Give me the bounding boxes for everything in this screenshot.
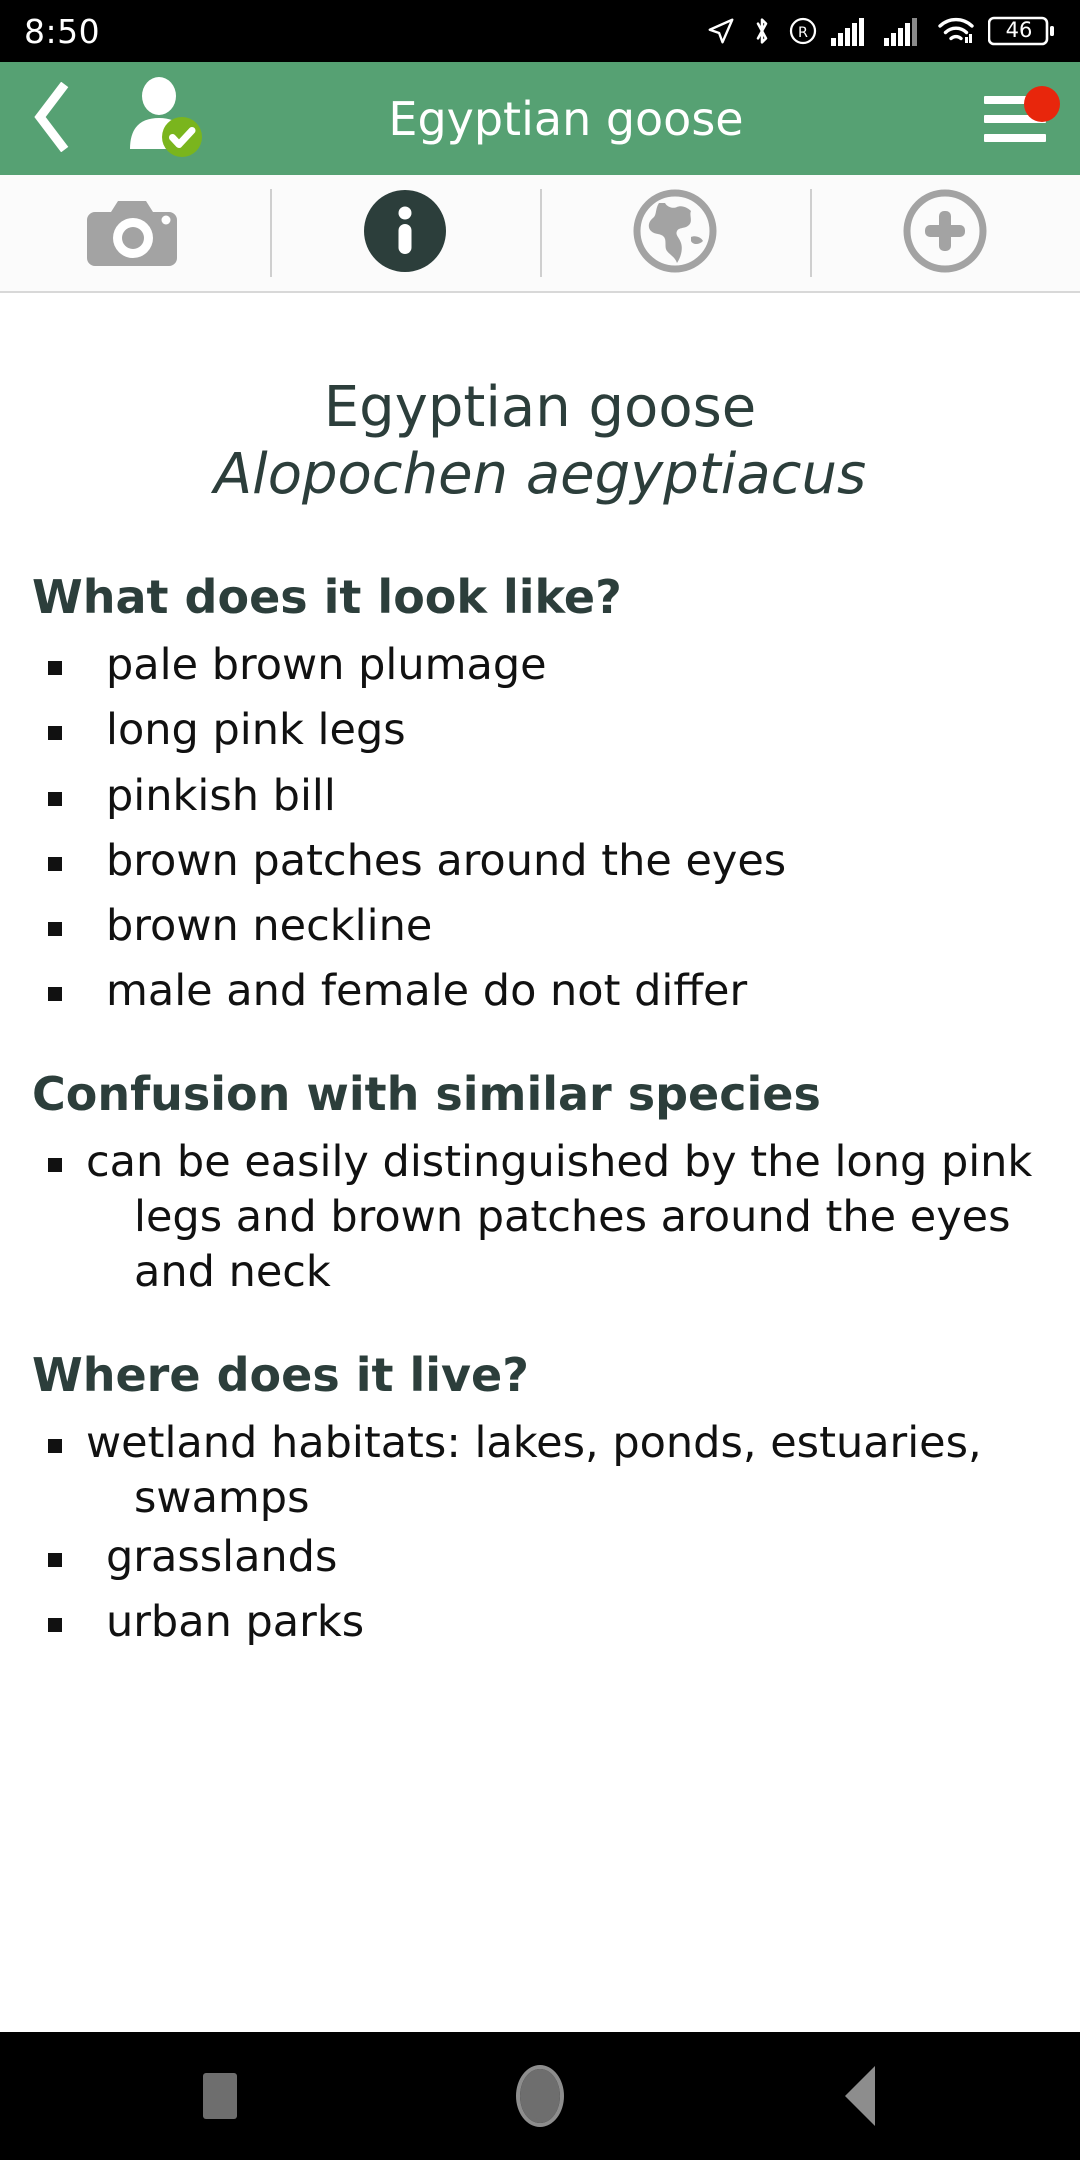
registered-r-icon: R xyxy=(788,16,818,46)
signal-bars-sim1-icon xyxy=(831,16,871,46)
list-item: pinkish bill xyxy=(30,769,1050,824)
tab-distribution[interactable] xyxy=(540,175,810,291)
list-item-text: pale brown plumage xyxy=(106,640,547,691)
camera-icon xyxy=(87,192,183,274)
tab-camera[interactable] xyxy=(0,175,270,291)
wifi-icon xyxy=(937,16,975,46)
back-triangle-icon xyxy=(845,2066,875,2126)
status-bar: 8:50 R 46 xyxy=(0,0,1080,62)
app-bar: Egyptian goose xyxy=(0,62,1080,175)
list-item: brown patches around the eyes xyxy=(30,834,1050,889)
bullet-square-icon xyxy=(48,1438,62,1453)
list-item: long pink legs xyxy=(30,703,1050,758)
android-nav-bar xyxy=(0,2032,1080,2160)
confusion-list: can be easily distinguished by the long … xyxy=(30,1135,1050,1300)
bullet-square-icon xyxy=(48,986,62,1001)
back-chevron-icon xyxy=(29,81,75,156)
list-item-text: wetland habitats: lakes, ponds, estuarie… xyxy=(86,1417,982,1523)
list-item-text: urban parks xyxy=(106,1596,365,1647)
section-heading-confusion: Confusion with similar species xyxy=(32,1066,821,1121)
list-item-text: pinkish bill xyxy=(106,770,336,821)
recents-button[interactable] xyxy=(175,2051,265,2141)
bullet-square-icon xyxy=(48,726,62,741)
list-item-text: can be easily distinguished by the long … xyxy=(86,1136,1033,1297)
list-item-text: male and female do not differ xyxy=(106,965,748,1016)
bullet-square-icon xyxy=(48,1157,62,1172)
back-button[interactable] xyxy=(0,62,104,175)
bullet-square-icon xyxy=(48,661,62,676)
species-scientific-name: Alopochen aegyptiacus xyxy=(213,441,867,507)
bullet-square-icon xyxy=(48,856,62,871)
status-icon-tray: R 46 xyxy=(706,15,1056,47)
plus-circle-icon xyxy=(901,187,989,279)
signal-bars-sim2-icon xyxy=(884,16,924,46)
bluetooth-icon xyxy=(749,15,775,47)
menu-button[interactable] xyxy=(950,62,1080,175)
svg-text:R: R xyxy=(798,25,808,41)
battery-percent-label: 46 xyxy=(1005,18,1033,42)
status-clock: 8:50 xyxy=(24,11,101,51)
bullet-square-icon xyxy=(48,1552,62,1567)
tab-add[interactable] xyxy=(810,175,1080,291)
list-item: pale brown plumage xyxy=(30,638,1050,693)
info-icon xyxy=(362,188,448,278)
list-item: can be easily distinguished by the long … xyxy=(48,1135,1050,1300)
list-item: brown neckline xyxy=(30,899,1050,954)
back-nav-button[interactable] xyxy=(815,2051,905,2141)
species-name-block: Egyptian goose Alopochen aegyptiacus xyxy=(30,293,1050,506)
phone-screen: 8:50 R 46 Egyptian goose Egyptian goose … xyxy=(0,0,1080,2160)
bullet-square-icon xyxy=(48,791,62,806)
user-profile-button[interactable] xyxy=(104,62,222,175)
home-circle-icon xyxy=(516,2065,564,2127)
species-common-name: Egyptian goose xyxy=(323,375,757,440)
notification-badge xyxy=(1024,86,1060,122)
list-item: male and female do not differ xyxy=(30,964,1050,1019)
list-item: urban parks xyxy=(30,1595,1050,1650)
globe-icon xyxy=(631,187,719,279)
list-item-text: brown patches around the eyes xyxy=(106,835,787,886)
page-title: Egyptian goose xyxy=(388,91,744,146)
list-item: grasslands xyxy=(30,1530,1050,1585)
recents-square-icon xyxy=(203,2073,237,2119)
home-button[interactable] xyxy=(495,2051,585,2141)
appearance-list: pale brown plumage long pink legs pinkis… xyxy=(30,638,1050,1018)
bullet-square-icon xyxy=(48,921,62,936)
list-item: wetland habitats: lakes, ponds, estuarie… xyxy=(48,1416,1050,1526)
species-info-panel: Egyptian goose Alopochen aegyptiacus Wha… xyxy=(0,293,1080,2032)
list-item-text: grasslands xyxy=(106,1531,338,1582)
list-item-text: long pink legs xyxy=(106,705,406,756)
tab-info[interactable] xyxy=(270,175,540,291)
location-arrow-icon xyxy=(706,16,736,46)
battery-icon: 46 xyxy=(988,15,1056,47)
bullet-square-icon xyxy=(48,1617,62,1632)
tab-bar xyxy=(0,175,1080,293)
user-verified-icon xyxy=(119,75,207,163)
section-heading-appearance: What does it look like? xyxy=(32,570,622,625)
list-item-text: brown neckline xyxy=(106,900,433,951)
section-heading-habitat: Where does it live? xyxy=(32,1347,529,1402)
habitat-list: wetland habitats: lakes, ponds, estuarie… xyxy=(30,1416,1050,1650)
